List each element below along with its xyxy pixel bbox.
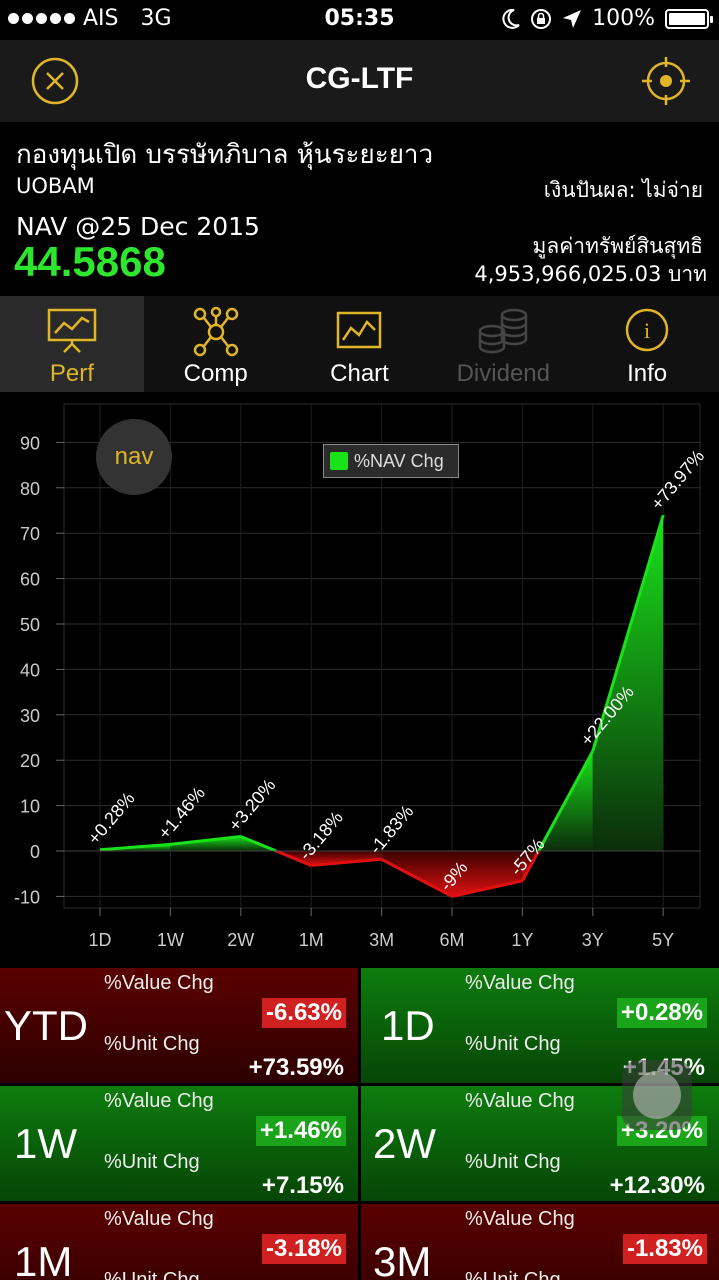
y-tick-label: -10 — [14, 887, 40, 907]
x-tick-label: 1M — [299, 930, 324, 950]
nav-change-chart: 90 80 70 60 50 40 30 20 10 0 -10 1D 1W 2W 1M 3M 6M 1Y 3Y 5Y… — [0, 392, 719, 968]
page-title: CG-LTF — [305, 62, 414, 95]
tab-info[interactable]: i Info — [575, 296, 719, 392]
perf-period: 2W — [373, 1120, 436, 1167]
value-change-label: %Value Chg — [465, 1090, 575, 1112]
tab-label: Perf — [49, 360, 94, 387]
tab-chart[interactable]: Chart — [288, 296, 432, 392]
value-change: -6.63% — [261, 998, 346, 1028]
value-change: +0.28% — [616, 998, 707, 1028]
value-change-label: %Value Chg — [104, 1090, 214, 1112]
y-tick-label: 10 — [20, 797, 40, 817]
y-tick-label: 60 — [20, 570, 40, 590]
perf-card-ytd[interactable]: YTD %Value Chg -6.63% %Unit Chg +73.59% — [0, 968, 358, 1083]
perf-card-1m[interactable]: 1M %Value Chg -3.18% %Unit Chg — [0, 1204, 358, 1280]
legend-swatch — [330, 452, 348, 470]
tab-dividend[interactable]: Dividend — [431, 296, 575, 392]
performance-grid: YTD %Value Chg -6.63% %Unit Chg +73.59% … — [0, 968, 719, 1280]
unit-change-label: %Unit Chg — [104, 1033, 200, 1055]
data-label: +0.28% — [84, 788, 139, 848]
fund-name: กองทุนเปิด บรรษัทภิบาล หุ้นระยะยาว — [16, 140, 434, 170]
area-positive — [592, 515, 664, 851]
perf-card-1w[interactable]: 1W %Value Chg +1.46% %Unit Chg +7.15% — [0, 1086, 358, 1201]
tab-perf[interactable]: Perf — [0, 296, 144, 392]
nav-bar: CG-LTF — [0, 40, 719, 122]
value-change: -1.83% — [622, 1234, 707, 1264]
tab-label: Info — [627, 360, 668, 387]
tab-label: Comp — [183, 360, 248, 387]
y-tick-label: 20 — [20, 751, 40, 771]
presentation-chart-icon — [47, 308, 97, 353]
status-bar: AIS 3G 05:35 100% — [0, 0, 719, 40]
value-change-label: %Value Chg — [465, 1208, 575, 1230]
unit-change-label: %Unit Chg — [465, 1151, 561, 1173]
unit-change: +7.15% — [261, 1172, 344, 1199]
network-icon — [193, 306, 238, 357]
y-tick-label: 0 — [30, 842, 40, 862]
y-tick-label: 30 — [20, 706, 40, 726]
perf-period: YTD — [4, 1002, 88, 1049]
data-label: +3.20% — [225, 775, 280, 835]
fund-info-panel: กองทุนเปิด บรรษัทภิบาล หุ้นระยะยาว UOBAM… — [0, 122, 719, 296]
battery-icon — [665, 8, 713, 29]
x-tick-label: 6M — [439, 930, 464, 950]
moon-icon — [502, 8, 520, 29]
x-tick-label: 5Y — [652, 930, 674, 950]
coins-icon — [479, 308, 528, 354]
unit-change-label: %Unit Chg — [465, 1269, 561, 1280]
nav-toggle-button[interactable]: nav — [96, 419, 172, 495]
unit-change-label: %Unit Chg — [104, 1269, 200, 1280]
value-change-label: %Value Chg — [104, 1208, 214, 1230]
chart-legend: %NAV Chg — [323, 444, 459, 478]
battery-percent: 100% — [592, 6, 655, 31]
unit-change-label: %Unit Chg — [104, 1151, 200, 1173]
y-tick-label: 90 — [20, 433, 40, 453]
nav-value: 44.5868 — [14, 238, 166, 285]
perf-period: 1M — [14, 1238, 73, 1280]
unit-change: +73.59% — [248, 1054, 344, 1081]
tab-comp[interactable]: Comp — [144, 296, 288, 392]
perf-period: 1D — [381, 1002, 435, 1049]
value-change: -3.18% — [261, 1234, 346, 1264]
crosshair-icon[interactable] — [641, 56, 691, 106]
nav-date: NAV @25 Dec 2015 — [16, 212, 260, 241]
y-tick-label: 40 — [20, 660, 40, 680]
tab-label: Dividend — [456, 360, 550, 387]
tab-bar: Perf Comp Chart Dividend i Info — [0, 296, 719, 392]
value-change-label: %Value Chg — [465, 972, 575, 994]
value-change-label: %Value Chg — [104, 972, 214, 994]
x-tick-label: 1W — [157, 930, 184, 950]
fund-company: UOBAM — [16, 174, 95, 198]
data-label: -1.83% — [365, 801, 417, 858]
x-tick-label: 1Y — [511, 930, 533, 950]
y-tick-label: 70 — [20, 524, 40, 544]
unit-change: +12.30% — [609, 1172, 705, 1199]
x-tick-label: 3Y — [582, 930, 604, 950]
unit-change-label: %Unit Chg — [465, 1033, 561, 1055]
line-chart-icon — [337, 311, 382, 349]
assistive-touch-button[interactable] — [622, 1060, 692, 1130]
location-arrow-icon — [563, 9, 582, 28]
perf-period: 1W — [14, 1120, 77, 1167]
perf-period: 3M — [373, 1238, 432, 1280]
info-icon: i — [625, 308, 669, 352]
value-change: +1.46% — [255, 1116, 346, 1146]
dividend-status: เงินปันผล: ไม่จ่าย — [543, 178, 703, 202]
x-tick-label: 3M — [369, 930, 394, 950]
tab-label: Chart — [330, 360, 389, 387]
legend-label: %NAV Chg — [354, 450, 444, 471]
svg-text:i: i — [644, 318, 650, 343]
data-label: +1.46% — [154, 783, 209, 843]
x-tick-label: 1D — [88, 930, 111, 950]
y-tick-label: 50 — [20, 615, 40, 635]
status-right: 100% — [502, 6, 713, 31]
rotation-lock-icon — [531, 8, 552, 29]
perf-card-3m[interactable]: 3M %Value Chg -1.83% %Unit Chg — [361, 1204, 719, 1280]
net-asset-value: 4,953,966,025.03 บาท — [474, 262, 707, 286]
y-tick-label: 80 — [20, 479, 40, 499]
data-label: +73.97% — [647, 446, 708, 514]
x-tick-label: 2W — [227, 930, 254, 950]
